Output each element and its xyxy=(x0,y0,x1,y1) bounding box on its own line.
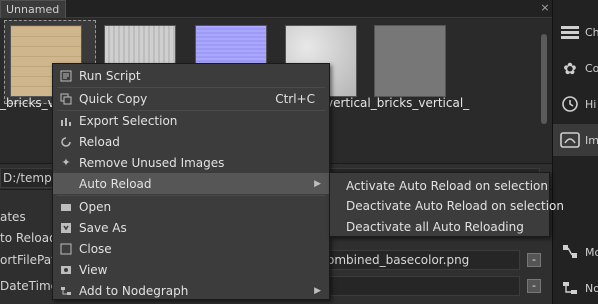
toolbar-item-label: Hi xyxy=(585,97,597,111)
remove-button[interactable]: - xyxy=(527,253,541,267)
remove-button[interactable]: - xyxy=(527,279,541,293)
property-label: to Reload xyxy=(0,231,57,245)
menu-item-label: View xyxy=(79,262,108,277)
save-icon xyxy=(59,221,73,235)
nodes-icon xyxy=(558,240,582,264)
context-menu: Run Script Quick Copy Ctrl+C Export Sele… xyxy=(52,63,330,300)
menu-item-export-selection[interactable]: Export Selection xyxy=(53,110,329,131)
nodegraph-icon xyxy=(558,276,582,300)
menu-item-view[interactable]: View xyxy=(53,259,329,280)
submenu-item-deactivate-all[interactable]: Deactivate all Auto Reloading xyxy=(330,216,549,237)
auto-reload-submenu: Activate Auto Reload on selection Deacti… xyxy=(329,172,564,237)
menu-item-label: Auto Reload xyxy=(79,176,152,191)
toolbar-item-label: Ch xyxy=(585,25,598,39)
property-label: ates xyxy=(0,210,26,224)
menu-item-run-script[interactable]: Run Script xyxy=(53,65,329,86)
submenu-arrow-icon: ▶ xyxy=(314,178,321,189)
history-icon xyxy=(558,92,582,116)
menu-item-label: Add to Nodegraph xyxy=(79,283,189,298)
toolbar-item-history[interactable]: Hi xyxy=(553,88,598,120)
remove-icon: ✦ xyxy=(61,156,71,169)
submenu-item-activate-on-selection[interactable]: Activate Auto Reload on selection xyxy=(330,175,549,196)
export-file-path-field[interactable]: ombined_basecolor.png xyxy=(320,250,520,270)
reload-icon xyxy=(59,135,73,149)
menu-item-label: Remove Unused Images xyxy=(79,155,225,170)
thumbnail-label: _bricks_v xyxy=(0,96,55,110)
menu-item-remove-unused-images[interactable]: ✦ Remove Unused Images xyxy=(53,152,329,173)
thumbnail-label: vertical_bricks_vertical_ xyxy=(326,96,470,110)
thumbnail-bricks-metallic[interactable] xyxy=(374,25,446,97)
copy-icon xyxy=(59,92,73,106)
toolbar-item-mo[interactable]: Mo xyxy=(553,236,598,268)
toolbar-item-images[interactable]: Im xyxy=(553,124,598,156)
submenu-arrow-icon: ▶ xyxy=(314,285,321,296)
toolbar-item-label: Mo xyxy=(585,245,598,259)
blank-icon xyxy=(59,177,73,191)
datetime-field[interactable] xyxy=(320,276,520,296)
menu-item-label: Open xyxy=(79,199,112,214)
menu-item-label: Reload xyxy=(79,134,120,149)
menu-item-quick-copy[interactable]: Quick Copy Ctrl+C xyxy=(53,88,329,109)
script-icon xyxy=(59,69,73,83)
toolbar-item-co[interactable]: ✿ Co xyxy=(553,52,598,84)
open-icon xyxy=(59,200,73,214)
image-icon xyxy=(558,128,582,152)
menu-item-reload[interactable]: Reload xyxy=(53,131,329,152)
menu-item-close[interactable]: Close xyxy=(53,238,329,259)
menu-item-label: Close xyxy=(79,241,112,256)
toolbar-item-label: Co xyxy=(585,61,598,75)
toolbar-item-label: Im xyxy=(585,133,598,147)
channels-icon xyxy=(558,20,582,44)
menu-item-label: Save As xyxy=(79,220,127,235)
close-icon xyxy=(59,242,73,256)
menu-item-add-to-nodegraph[interactable]: Add to Nodegraph ▶ xyxy=(53,280,329,301)
tab-bar xyxy=(0,0,552,18)
thumbnail-scrollbar[interactable] xyxy=(541,34,547,124)
menu-item-open[interactable]: Open xyxy=(53,196,329,217)
toolbar-item-channels[interactable]: Ch xyxy=(553,16,598,48)
menu-item-auto-reload[interactable]: Auto Reload ▶ xyxy=(53,173,329,194)
tab-unnamed[interactable]: Unnamed xyxy=(0,0,66,18)
cog-flower-icon: ✿ xyxy=(563,58,577,78)
tab-close-button[interactable]: × xyxy=(538,0,552,18)
menu-item-shortcut: Ctrl+C xyxy=(275,91,315,106)
toolbar-item-label: No xyxy=(585,281,598,295)
submenu-item-deactivate-on-selection[interactable]: Deactivate Auto Reload on selection xyxy=(330,195,564,216)
nodegraph-icon xyxy=(59,284,73,298)
menu-item-save-as[interactable]: Save As xyxy=(53,217,329,238)
view-icon xyxy=(59,263,73,277)
export-icon xyxy=(59,114,73,128)
menu-item-label: Quick Copy xyxy=(79,91,148,106)
right-toolbar: Ch ✿ Co Hi Im Mo No xyxy=(552,0,598,304)
property-label: DateTime xyxy=(0,279,59,293)
menu-item-label: Export Selection xyxy=(79,113,178,128)
menu-item-label: Run Script xyxy=(79,68,141,83)
toolbar-item-nodegraph[interactable]: No xyxy=(553,272,598,304)
